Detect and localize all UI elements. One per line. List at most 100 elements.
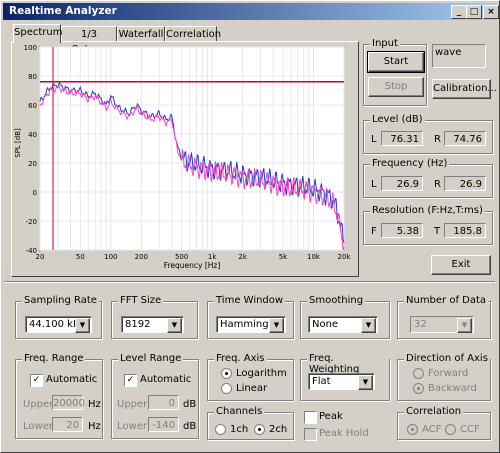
input-group-label: Input (370, 38, 400, 49)
channels-label: Channels (214, 406, 265, 417)
y-tick-label: 60 (28, 102, 37, 110)
sampling-rate-label: Sampling Rate (22, 295, 99, 306)
correlation-label: Correlation (404, 406, 464, 417)
input-source-field: wave (432, 44, 486, 68)
title-bar[interactable]: Realtime Analyzer _ □ × (3, 3, 499, 20)
tab-spectrum[interactable]: Spectrum (13, 24, 62, 43)
smoothing-select[interactable]: None ▼ (308, 316, 378, 333)
chevron-down-icon[interactable]: ▼ (167, 318, 182, 333)
fft-size-value: 8192 (125, 319, 151, 330)
channels-2ch-radio[interactable] (254, 424, 265, 435)
minimize-icon[interactable]: _ (451, 5, 467, 19)
y-tick-label: 20 (28, 160, 37, 168)
freq-axis-label: Freq. Axis (214, 353, 267, 364)
stop-button[interactable]: Stop (368, 77, 424, 97)
start-button[interactable]: Start (367, 51, 425, 73)
direction-forward-label: Forward (428, 368, 469, 379)
sampling-rate-select[interactable]: 44.100 kHz ▼ (25, 316, 92, 333)
channels-1ch-radio[interactable] (215, 424, 226, 435)
frequency-r-value: 26.9 (444, 176, 486, 191)
number-of-data-label: Number of Data (404, 295, 489, 306)
correlation-ccf-label: CCF (460, 424, 480, 435)
peak-checkbox[interactable] (304, 411, 317, 424)
freq-weighting-value: Flat (312, 376, 331, 387)
direction-backward-radio[interactable] (413, 383, 424, 394)
frequency-r-label: R (434, 179, 441, 190)
level-range-upper-unit: dB (183, 399, 197, 410)
number-of-data-value: 32 (414, 319, 427, 330)
x-tick-label: 20 (36, 253, 45, 261)
analyzer-window: Realtime Analyzer _ □ × Spectrum 1/3 Oct… (0, 0, 500, 453)
close-icon[interactable]: × (483, 5, 499, 19)
tab-correlation[interactable]: Correlation (165, 26, 221, 42)
level-range-lower-input[interactable]: -140 (148, 417, 179, 432)
tab-third-octave[interactable]: 1/3 Octave (61, 26, 117, 55)
fft-size-label: FFT Size (118, 295, 164, 306)
time-window-select[interactable]: Hamming ▼ (216, 316, 286, 333)
direction-forward-radio[interactable] (413, 368, 424, 379)
tab-waterfall[interactable]: Waterfall (117, 26, 165, 42)
freq-weighting-select[interactable]: Flat ▼ (308, 373, 375, 390)
maximize-icon[interactable]: □ (466, 5, 482, 19)
window-title: Realtime Analyzer (9, 5, 117, 17)
chevron-down-icon[interactable]: ▼ (269, 318, 284, 333)
smoothing-label: Smoothing (307, 295, 366, 306)
resolution-f-label: F (371, 226, 377, 237)
level-range-auto-label: Automatic (140, 374, 192, 385)
level-range-upper-input[interactable]: 0 (148, 395, 179, 410)
chevron-down-icon[interactable]: ▼ (358, 375, 373, 390)
plot-area (39, 46, 345, 251)
level-l-label: L (371, 134, 377, 145)
x-tick-label: 500 (175, 253, 188, 261)
freq-axis-linear-radio[interactable] (221, 383, 232, 394)
freq-axis-logarithm-label: Logarithm (236, 368, 287, 379)
chevron-down-icon[interactable]: ▼ (361, 318, 376, 333)
freq-range-auto-checkbox[interactable]: ✓ (30, 374, 43, 387)
fft-size-select[interactable]: 8192 ▼ (121, 316, 184, 333)
direction-group: Direction of Axis (397, 353, 491, 401)
level-range-upper-label: Upper (117, 399, 148, 410)
calibration-button[interactable]: Calibration... (432, 79, 497, 99)
chevron-down-icon[interactable]: ▼ (457, 318, 472, 333)
direction-label: Direction of Axis (404, 353, 490, 364)
resolution-t-value: 185.8 (444, 223, 486, 238)
freq-axis-logarithm-radio[interactable] (221, 368, 232, 379)
time-window-label: Time Window (214, 295, 286, 306)
frequency-group-label: Frequency (Hz) (370, 158, 450, 169)
correlation-ccf-radio[interactable] (445, 424, 456, 435)
freq-axis-linear-label: Linear (236, 383, 268, 394)
x-tick-label: 20k (338, 253, 352, 261)
time-window-value: Hamming (220, 319, 269, 330)
y-tick-label: 0 (33, 189, 37, 197)
resolution-t-label: T (434, 226, 441, 237)
y-tick-label: 40 (28, 131, 37, 139)
freq-range-upper-input[interactable]: 20000 (52, 395, 85, 410)
y-tick-label: 80 (28, 73, 37, 81)
resolution-group-label: Resolution (F:Hz,T:ms) (370, 205, 485, 216)
correlation-acf-radio[interactable] (407, 424, 418, 435)
channels-2ch-label: 2ch (269, 424, 288, 435)
level-group-label: Level (dB) (370, 114, 425, 125)
freq-range-lower-input[interactable]: 20 (52, 417, 83, 432)
level-range-auto-checkbox[interactable]: ✓ (124, 374, 137, 387)
direction-backward-label: Backward (428, 383, 477, 394)
number-of-data-select[interactable]: 32 ▼ (410, 316, 474, 333)
spectrum-chart: -40-20020406080100 20 50 100 200 500 1k 2k 5k 10… (14, 44, 352, 270)
chevron-down-icon[interactable]: ▼ (75, 318, 90, 333)
y-axis-label: SPL [dB] (14, 128, 22, 158)
x-tick-label: 10k (307, 253, 321, 261)
x-tick-label: 200 (135, 253, 148, 261)
freq-range-auto-label: Automatic (46, 374, 98, 385)
y-tick-label: 100 (24, 44, 37, 52)
level-r-value: 74.76 (444, 131, 486, 146)
x-tick-label: 5k (279, 253, 288, 261)
freq-range-label: Freq. Range (22, 353, 86, 364)
smoothing-value: None (312, 319, 339, 330)
y-tick-label: -20 (26, 218, 37, 226)
peak-label: Peak (319, 411, 343, 422)
freq-range-upper-label: Upper (23, 399, 54, 410)
peak-hold-checkbox[interactable] (304, 428, 317, 441)
separator (5, 281, 495, 283)
frequency-l-label: L (371, 179, 377, 190)
exit-button[interactable]: Exit (431, 255, 491, 275)
